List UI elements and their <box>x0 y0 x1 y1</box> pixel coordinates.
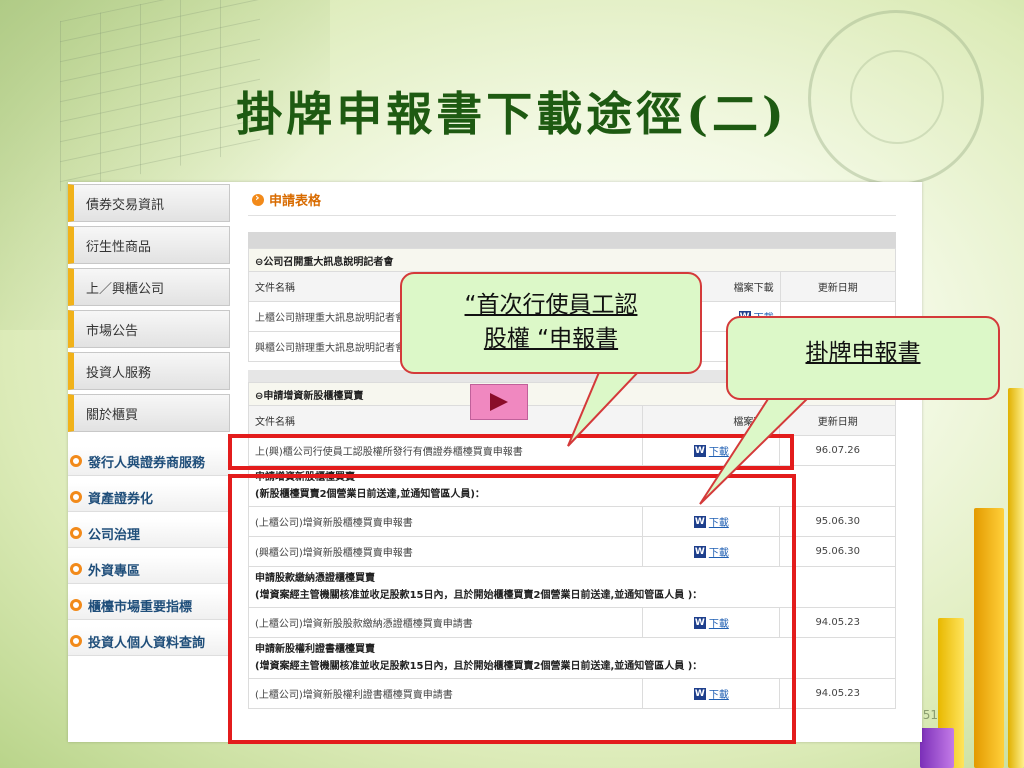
sidebar-item-bond-info[interactable]: 債券交易資訊 <box>68 184 230 222</box>
update-date: 94.05.23 <box>779 607 896 638</box>
slide-page-number: 51 <box>922 708 938 722</box>
bullet-icon <box>70 563 82 575</box>
bullet-icon <box>70 455 82 467</box>
slide-title: 掛牌申報書下載途徑(二) <box>236 87 788 141</box>
sidebar-item-market-announcements[interactable]: 市場公告 <box>68 310 230 348</box>
update-date: 95.06.30 <box>779 536 896 567</box>
col-header-date: 更新日期 <box>779 405 896 436</box>
play-icon <box>490 393 508 411</box>
section-title: 申請表格 <box>252 190 321 209</box>
bullet-icon <box>70 635 82 647</box>
sidebar-item-listed-companies[interactable]: 上／興櫃公司 <box>68 268 230 306</box>
sidebar-item-about[interactable]: 關於櫃買 <box>68 394 230 432</box>
sidebar-item-investor-service[interactable]: 投資人服務 <box>68 352 230 390</box>
highlight-box-employee-option <box>228 434 794 470</box>
sidebar-menu: 債券交易資訊 衍生性商品 上／興櫃公司 市場公告 投資人服務 關於櫃買 <box>68 182 230 436</box>
sidebar-link-governance[interactable]: 公司治理 <box>68 519 230 548</box>
callout-employee-option: “首次行使員工認 股權 “申報書 <box>400 272 702 374</box>
bullet-icon <box>70 491 82 503</box>
bullet-icon <box>70 527 82 539</box>
sidebar-link-personal-data[interactable]: 投資人個人資料查詢 <box>68 627 230 656</box>
play-button[interactable] <box>470 384 528 420</box>
update-date: 96.07.26 <box>779 435 896 466</box>
sidebar-link-market-indicators[interactable]: 櫃檯市場重要指標 <box>68 591 230 620</box>
col-header-date: 更新日期 <box>779 271 897 302</box>
sidebar-link-foreign-investors[interactable]: 外資專區 <box>68 555 230 584</box>
col-header-name: 文件名稱 <box>247 405 644 436</box>
table-top-bar <box>248 232 896 248</box>
update-date: 94.05.23 <box>779 678 896 709</box>
arrow-circle-icon <box>252 191 264 206</box>
sidebar-link-issuer-services[interactable]: 發行人與證券商服務 <box>68 447 230 476</box>
section-divider <box>248 215 896 216</box>
update-date: 95.06.30 <box>779 506 896 537</box>
sidebar-links: 發行人與證券商服務 資產證券化 公司治理 外資專區 櫃檯市場重要指標 投資人個人… <box>68 447 230 663</box>
sidebar-item-derivatives[interactable]: 衍生性商品 <box>68 226 230 264</box>
sidebar-link-securitization[interactable]: 資產證券化 <box>68 483 230 512</box>
col-header-download: 檔案下載 <box>642 405 781 436</box>
bullet-icon <box>70 599 82 611</box>
group-title[interactable]: ⊖公司召開重大訊息說明記者會 <box>248 248 896 272</box>
highlight-box-listing-forms <box>228 474 796 744</box>
callout-listing-forms: 掛牌申報書 <box>726 316 1000 400</box>
